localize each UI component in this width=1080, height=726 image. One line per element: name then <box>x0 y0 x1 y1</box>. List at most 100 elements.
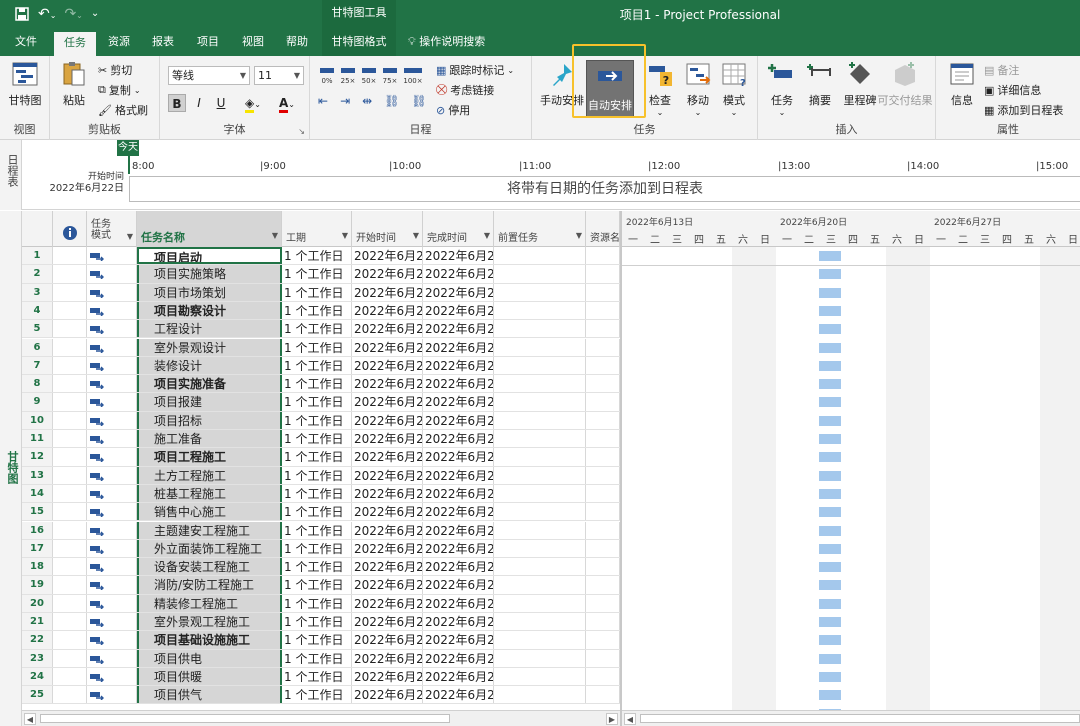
italic-button[interactable]: I <box>190 94 208 112</box>
task-bar[interactable] <box>819 324 841 335</box>
duration-cell[interactable]: 1 个工作日 <box>282 686 352 704</box>
predecessors-cell[interactable] <box>494 356 586 375</box>
finish-cell[interactable]: 2022年6月2 <box>423 539 494 558</box>
predecessors-cell[interactable] <box>494 484 586 503</box>
redo-icon[interactable]: ↷⌄ <box>64 6 82 26</box>
finish-cell[interactable]: 2022年6月2 <box>423 265 494 283</box>
tab-task[interactable]: 任务 <box>54 32 96 56</box>
table-row[interactable]: 22 项目基础设施施工 1 个工作日 2022年6月2 2022年6月2 <box>22 631 620 650</box>
predecessors-cell[interactable] <box>494 301 586 320</box>
start-cell[interactable]: 2022年6月2 <box>352 667 423 686</box>
customize-qat-icon[interactable]: ⌄ <box>91 6 99 26</box>
move-button[interactable]: 移动 ⌄ <box>680 60 716 117</box>
table-row[interactable]: 5 工程设计 1 个工作日 2022年6月2 2022年6月2 <box>22 320 620 339</box>
mode-cell[interactable] <box>87 539 137 558</box>
row-id[interactable]: 23 <box>22 649 53 667</box>
tab-report[interactable]: 报表 <box>144 30 182 56</box>
mode-cell[interactable] <box>87 393 137 411</box>
details-button[interactable]: ▣ 详细信息 <box>984 82 1041 98</box>
row-id[interactable]: 14 <box>22 484 53 503</box>
mode-column-header[interactable]: 任务 模式 ▼ <box>87 211 137 247</box>
font-size-select[interactable]: 11 ▼ <box>254 66 304 85</box>
task-name-cell[interactable]: 项目报建 <box>137 393 282 411</box>
duration-cell[interactable]: 1 个工作日 <box>282 576 352 594</box>
font-color-button[interactable]: A⌄ <box>272 94 302 113</box>
info-cell[interactable] <box>53 265 87 283</box>
resources-cell[interactable] <box>586 411 620 429</box>
task-bar[interactable] <box>819 251 841 261</box>
start-cell[interactable]: 2022年6月2 <box>352 375 423 393</box>
tab-gantt-format[interactable]: 甘特图格式 <box>322 30 396 56</box>
grid-horizontal-scrollbar[interactable]: ◀ ▶ <box>22 710 620 726</box>
start-cell[interactable]: 2022年6月2 <box>352 613 423 631</box>
info-cell[interactable] <box>53 594 87 612</box>
resources-cell[interactable] <box>586 320 620 338</box>
save-icon[interactable] <box>14 6 30 26</box>
resources-cell[interactable] <box>586 375 620 393</box>
paste-button[interactable]: 粘贴 <box>56 60 92 108</box>
insert-milestone-button[interactable]: 里程碑 <box>840 60 880 108</box>
row-id[interactable]: 22 <box>22 631 53 649</box>
finish-cell[interactable]: 2022年6月2 <box>423 649 494 667</box>
predecessors-cell[interactable] <box>494 393 586 411</box>
task-bar[interactable] <box>819 397 841 408</box>
task-name-cell[interactable]: 项目实施准备 <box>137 375 282 393</box>
row-id[interactable]: 10 <box>22 411 53 429</box>
task-bar[interactable] <box>819 507 841 518</box>
resources-cell[interactable] <box>586 448 620 466</box>
resources-cell[interactable] <box>586 265 620 283</box>
resources-cell[interactable] <box>586 503 620 521</box>
resources-cell[interactable] <box>586 521 620 539</box>
chart-horizontal-scrollbar[interactable]: ◀ <box>622 710 1080 726</box>
task-bar[interactable] <box>819 525 841 536</box>
finish-cell[interactable]: 2022年6月2 <box>423 576 494 594</box>
task-bar[interactable] <box>819 671 841 682</box>
mode-button[interactable]: ? 模式 ⌄ <box>716 60 752 117</box>
start-column-header[interactable]: 开始时间 ▼ <box>352 211 423 247</box>
finish-cell[interactable]: 2022年6月2 <box>423 631 494 649</box>
start-cell[interactable]: 2022年6月2 <box>352 686 423 704</box>
predecessors-cell[interactable] <box>494 375 586 393</box>
duration-cell[interactable]: 1 个工作日 <box>282 484 352 503</box>
resources-cell[interactable] <box>586 613 620 631</box>
duration-cell[interactable]: 1 个工作日 <box>282 265 352 283</box>
row-id[interactable]: 20 <box>22 594 53 612</box>
info-cell[interactable] <box>53 503 87 521</box>
finish-cell[interactable]: 2022年6月2 <box>423 521 494 539</box>
start-cell[interactable]: 2022年6月2 <box>352 466 423 484</box>
duration-cell[interactable]: 1 个工作日 <box>282 411 352 429</box>
progress-50-icon[interactable]: 50× <box>360 64 378 86</box>
info-cell[interactable] <box>53 393 87 411</box>
predecessors-cell[interactable] <box>494 247 586 265</box>
mode-cell[interactable] <box>87 448 137 466</box>
row-id[interactable]: 13 <box>22 466 53 484</box>
duration-cell[interactable]: 1 个工作日 <box>282 283 352 301</box>
table-row[interactable]: 14 桩基工程施工 1 个工作日 2022年6月2 2022年6月2 <box>22 484 620 504</box>
info-cell[interactable] <box>53 301 87 320</box>
start-cell[interactable]: 2022年6月2 <box>352 521 423 539</box>
mode-cell[interactable] <box>87 503 137 521</box>
duration-cell[interactable]: 1 个工作日 <box>282 393 352 411</box>
predecessors-cell[interactable] <box>494 430 586 448</box>
select-all-corner[interactable] <box>22 211 53 247</box>
cut-button[interactable]: ✂ 剪切 <box>98 62 132 78</box>
start-cell[interactable]: 2022年6月2 <box>352 411 423 429</box>
indent-icon[interactable]: ⇥ <box>340 94 350 108</box>
duration-cell[interactable]: 1 个工作日 <box>282 503 352 521</box>
predecessors-cell[interactable] <box>494 338 586 356</box>
mode-cell[interactable] <box>87 631 137 649</box>
finish-cell[interactable]: 2022年6月2 <box>423 393 494 411</box>
dialog-launcher-icon[interactable]: ↘ <box>298 127 305 136</box>
mode-cell[interactable] <box>87 594 137 612</box>
undo-icon[interactable]: ↶⌄ <box>38 6 56 26</box>
underline-button[interactable]: U <box>212 94 230 112</box>
finish-cell[interactable]: 2022年6月2 <box>423 283 494 301</box>
predecessors-cell[interactable] <box>494 521 586 539</box>
font-name-select[interactable]: 等线 ▼ <box>168 66 250 85</box>
info-cell[interactable] <box>53 466 87 484</box>
row-id[interactable]: 15 <box>22 503 53 521</box>
predecessors-cell[interactable] <box>494 503 586 521</box>
resources-cell[interactable] <box>586 686 620 704</box>
task-bar[interactable] <box>819 434 841 444</box>
resources-cell[interactable] <box>586 393 620 411</box>
